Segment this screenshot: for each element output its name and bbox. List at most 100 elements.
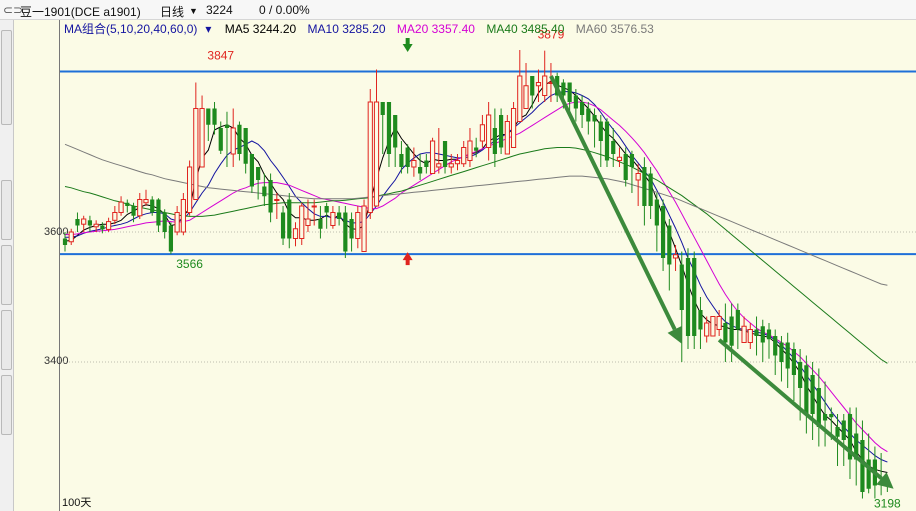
candle-body	[68, 231, 74, 243]
candle-body	[429, 140, 436, 174]
candle-body	[355, 212, 361, 239]
candle-body	[343, 212, 348, 252]
candle-body	[679, 264, 684, 310]
candle-body	[810, 375, 815, 414]
candle-body	[330, 212, 336, 226]
candle-body	[367, 101, 373, 213]
candle-body	[667, 225, 672, 265]
candle-body	[280, 212, 286, 239]
candle-body	[249, 154, 254, 187]
candle-body	[324, 206, 329, 213]
candle-body	[785, 342, 790, 369]
candle-body	[81, 218, 87, 225]
chevron-down-icon[interactable]: ▼	[189, 6, 198, 16]
candle-body	[162, 212, 167, 232]
candle-body	[723, 323, 728, 343]
candle-body	[704, 322, 710, 337]
side-tab-2[interactable]	[1, 180, 12, 240]
candle-body	[791, 349, 797, 375]
candle-body	[517, 75, 523, 122]
candle-body	[523, 85, 529, 109]
candlestick-chart: 3847387935663198	[60, 28, 916, 510]
candle-body	[199, 108, 205, 168]
candle-body	[530, 76, 535, 96]
candle-body	[156, 199, 161, 226]
candle-body	[510, 108, 517, 148]
candle-body	[685, 258, 691, 336]
candle-body	[206, 108, 211, 125]
candle-body	[442, 141, 448, 167]
candle-body	[598, 121, 603, 141]
candle-body	[106, 221, 112, 230]
candle-body	[237, 124, 242, 154]
candle-body	[798, 362, 803, 388]
candle-body	[474, 147, 479, 151]
candle-body	[829, 414, 834, 418]
candle-body	[318, 219, 323, 229]
candle-body	[143, 199, 149, 204]
candle-body	[479, 124, 486, 142]
candle-body	[218, 128, 223, 151]
candle-body	[499, 115, 504, 148]
candle-body	[604, 121, 610, 161]
price-label-3198: 3198	[874, 496, 901, 510]
candle-body	[741, 325, 747, 343]
candle-body	[305, 218, 311, 226]
candle-body	[504, 121, 510, 155]
candle-body	[716, 316, 722, 330]
candle-body	[754, 329, 759, 336]
candle-body	[642, 167, 647, 206]
side-tab-4[interactable]	[1, 310, 12, 370]
candle-body	[411, 160, 417, 168]
period-selector[interactable]: 日线	[160, 3, 184, 20]
candle-body	[567, 82, 572, 102]
candle-body	[454, 160, 461, 165]
candle-body	[561, 82, 566, 96]
candle-body	[492, 128, 497, 154]
candle-body	[672, 254, 679, 259]
candle-body	[349, 219, 354, 239]
candle-body	[467, 140, 473, 161]
candle-body	[766, 329, 772, 340]
candle-body	[841, 420, 846, 440]
candle-body	[137, 199, 143, 217]
candle-body	[698, 310, 703, 330]
visible-period-count: 100天	[62, 497, 92, 509]
candle-body	[180, 199, 186, 233]
candle-body	[131, 206, 136, 216]
candle-body	[623, 154, 628, 180]
legend-ma60: MA60 3576.53	[575, 22, 654, 36]
side-tab-5[interactable]	[1, 375, 12, 435]
candle-body	[243, 128, 248, 164]
candle-body	[535, 82, 542, 87]
candle-body	[592, 115, 597, 122]
candle-body	[405, 147, 410, 167]
side-tab-3[interactable]	[1, 245, 12, 305]
candle-body	[93, 223, 99, 228]
candle-body	[635, 173, 641, 181]
candle-body	[287, 199, 292, 239]
candle-body	[386, 102, 392, 154]
candle-body	[486, 114, 492, 148]
candle-body	[100, 225, 105, 230]
candle-body	[461, 147, 467, 165]
candle-body	[692, 258, 697, 336]
candle-body	[579, 102, 585, 115]
side-tabs	[0, 20, 14, 511]
candle-body	[773, 336, 778, 356]
chevron-down-icon[interactable]: ▾	[205, 22, 211, 36]
candle-body	[648, 173, 653, 206]
legend-ma40: MA40 3485.40	[486, 22, 565, 36]
candle-body	[75, 219, 80, 226]
candle-body	[150, 199, 155, 213]
candle-body	[311, 205, 317, 208]
candle-body	[274, 199, 280, 201]
side-tab-1[interactable]	[1, 30, 12, 125]
legend-ma-group: MA组合(5,10,20,40,60,0)	[64, 22, 198, 36]
symbol-label: 豆一1901(DCE a1901)	[20, 5, 141, 19]
candle-body	[361, 205, 367, 252]
candle-body	[87, 220, 93, 226]
candle-body	[616, 156, 623, 161]
candle-body	[292, 228, 299, 239]
candle-body	[168, 225, 174, 252]
